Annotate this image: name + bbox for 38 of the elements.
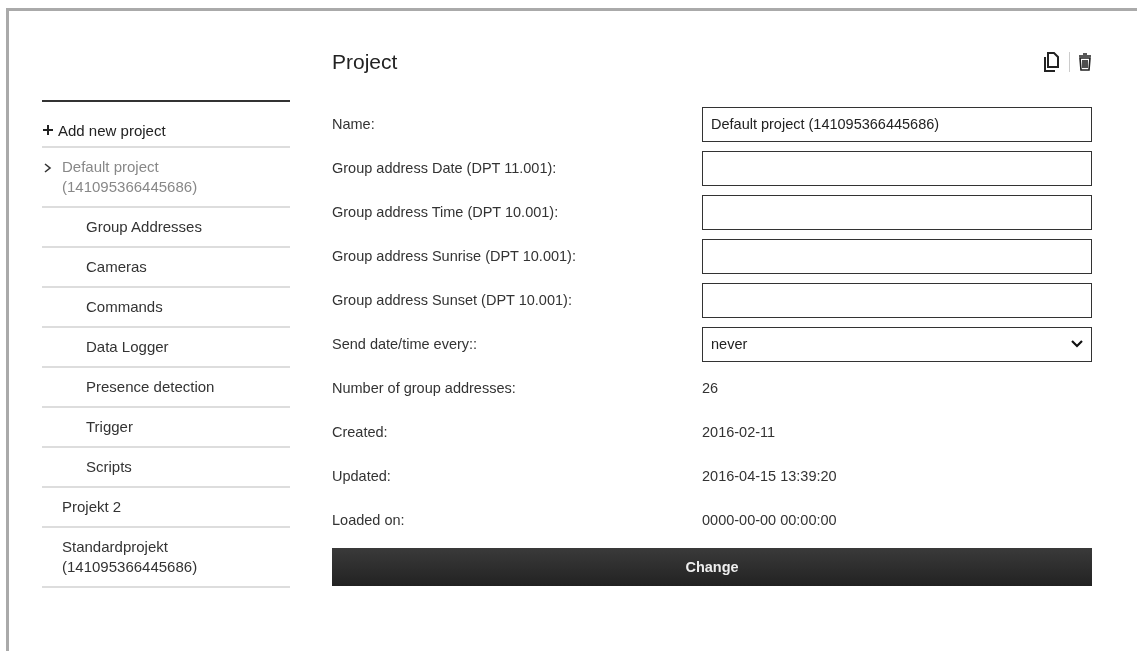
field-value: 2016-02-11 [702, 424, 777, 440]
field-value: 26 [702, 380, 720, 396]
chevron-icon [42, 162, 54, 174]
field-label: Name: [332, 116, 376, 132]
project-subitem[interactable]: Trigger [42, 408, 290, 448]
field-value: 2016-04-15 13:39:20 [702, 468, 838, 484]
text-field[interactable] [702, 282, 1092, 318]
page-title: Project [332, 50, 398, 74]
project-subitem[interactable]: Scripts [42, 448, 290, 488]
chevron-down-icon [1071, 340, 1083, 348]
change-button[interactable]: Change [332, 548, 1092, 586]
text-field[interactable] [702, 194, 1092, 230]
project-subitem[interactable]: Group Addresses [42, 208, 290, 248]
field-label: Group address Sunrise (DPT 10.001): [332, 248, 577, 264]
field-label: Group address Sunset (DPT 10.001): [332, 292, 573, 308]
text-field[interactable] [702, 238, 1092, 274]
dropdown[interactable]: never [702, 326, 1092, 362]
field-label: Loaded on: [332, 512, 406, 528]
trash-icon[interactable] [1078, 53, 1092, 71]
copy-icon[interactable] [1043, 52, 1061, 72]
field-label: Number of group addresses: [332, 380, 517, 396]
project-item[interactable]: Standardprojekt (141095366445686) [42, 528, 290, 588]
text-field[interactable] [702, 150, 1092, 186]
field-label: Group address Date (DPT 11.001): [332, 160, 558, 176]
field-label: Created: [332, 424, 389, 440]
field-label: Send date/time every:: [332, 336, 479, 352]
project-subitem[interactable]: Presence detection [42, 368, 290, 408]
project-item[interactable]: Default project (141095366445686) [42, 148, 290, 208]
field-value: 0000-00-00 00:00:00 [702, 512, 838, 528]
plus-icon [42, 124, 54, 136]
field-label: Group address Time (DPT 10.001): [332, 204, 560, 220]
project-subitem[interactable]: Cameras [42, 248, 290, 288]
add-project-link[interactable]: Add new project [42, 102, 290, 148]
field-label: Updated: [332, 468, 392, 484]
project-item[interactable]: Projekt 2 [42, 488, 290, 528]
project-subitem[interactable]: Commands [42, 288, 290, 328]
project-subitem[interactable]: Data Logger [42, 328, 290, 368]
text-field[interactable]: Default project (141095366445686) [702, 106, 1092, 142]
